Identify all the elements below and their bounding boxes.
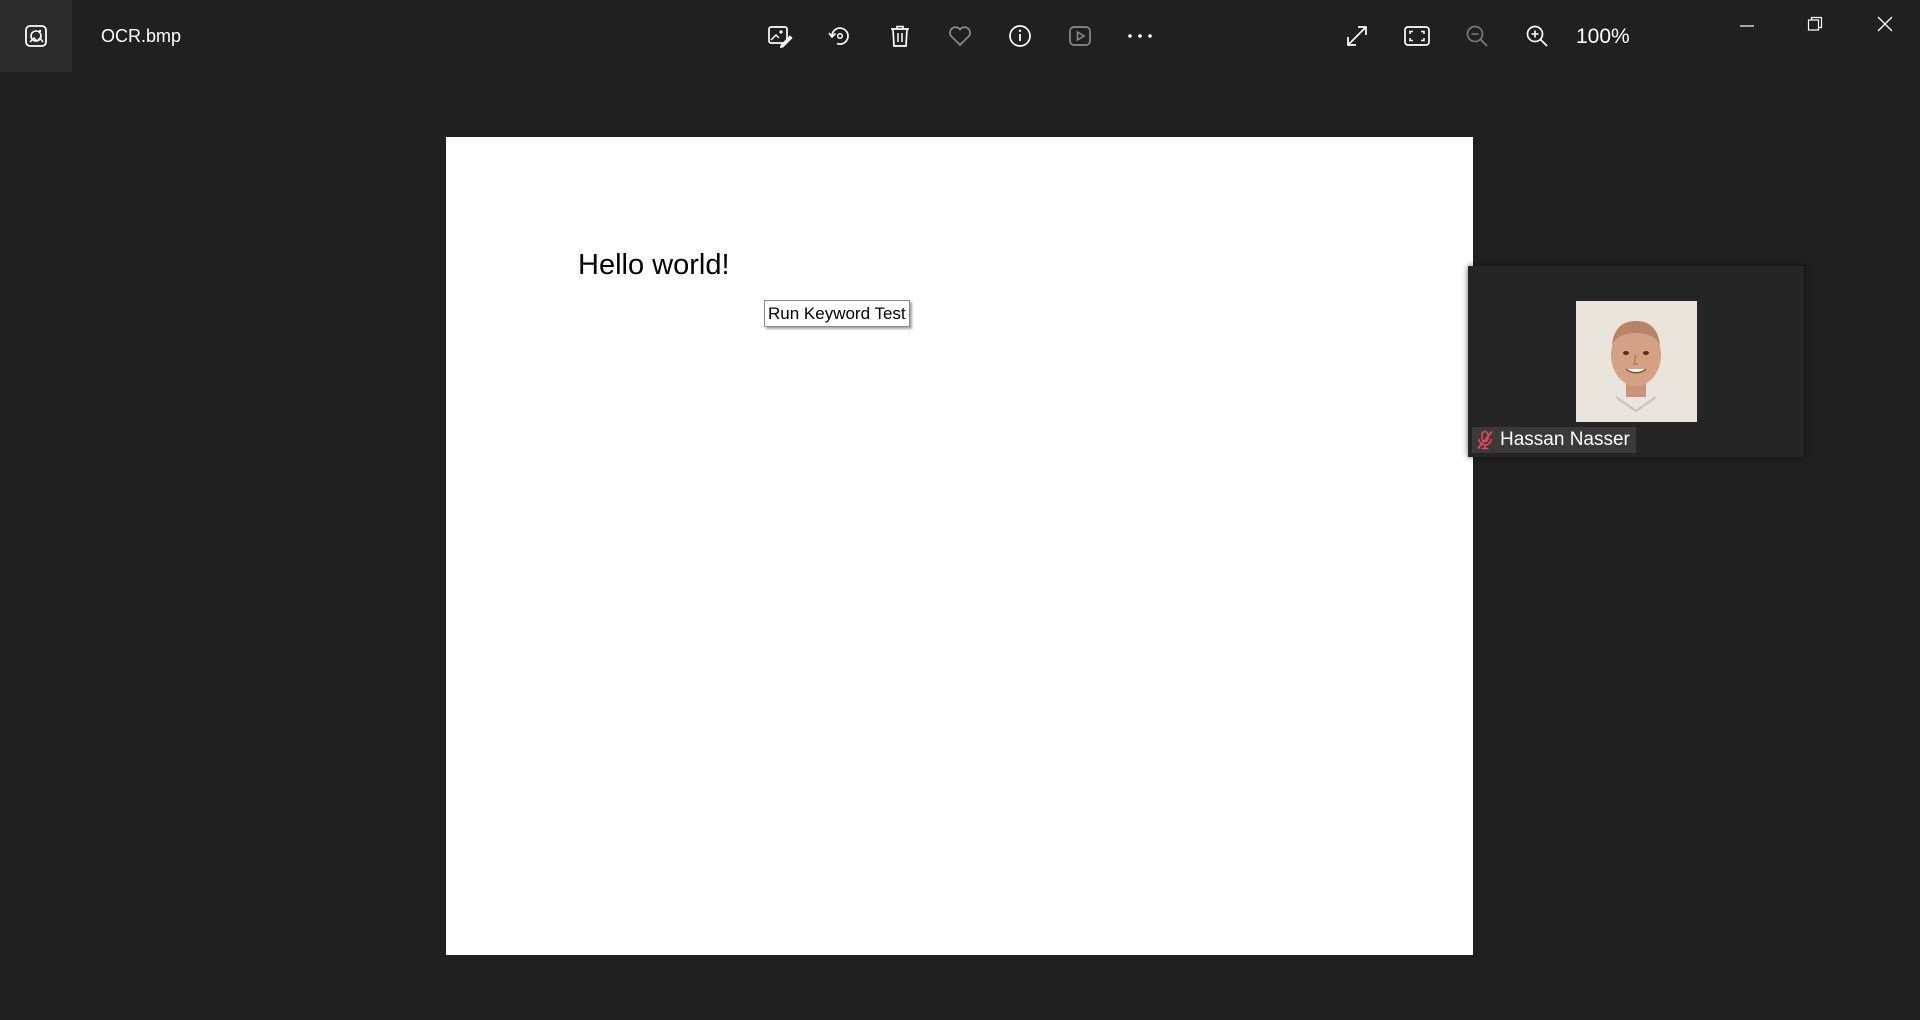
restore-button[interactable] bbox=[1792, 6, 1838, 42]
photo-canvas[interactable]: Hello world! Run Keyword Test bbox=[446, 137, 1473, 955]
photos-app-icon bbox=[25, 25, 47, 47]
close-icon bbox=[1877, 16, 1893, 32]
edit-image-icon bbox=[768, 26, 793, 49]
fullscreen-icon bbox=[1347, 26, 1367, 46]
slideshow-icon bbox=[1069, 26, 1091, 46]
tooltip: Run Keyword Test bbox=[764, 300, 910, 327]
zoom-level[interactable]: 100% bbox=[1576, 24, 1630, 50]
fullscreen-button[interactable] bbox=[1337, 16, 1377, 56]
participant-name-bar: Hassan Nasser bbox=[1472, 427, 1636, 453]
zoom-out-icon bbox=[1466, 25, 1488, 47]
more-options-button[interactable] bbox=[1120, 16, 1160, 56]
slideshow-button[interactable] bbox=[1060, 16, 1100, 56]
delete-button[interactable] bbox=[880, 16, 920, 56]
participant-tile[interactable]: Hassan Nasser bbox=[1468, 266, 1804, 457]
rotate-button[interactable] bbox=[820, 16, 860, 56]
zoom-in-button[interactable] bbox=[1517, 16, 1557, 56]
minimize-button[interactable] bbox=[1724, 6, 1770, 42]
participant-name: Hassan Nasser bbox=[1500, 429, 1630, 450]
favorite-button[interactable] bbox=[940, 16, 980, 56]
window-title: OCR.bmp bbox=[101, 26, 182, 46]
zoom-in-icon bbox=[1526, 25, 1548, 47]
image-text: Hello world! bbox=[578, 249, 730, 281]
close-button[interactable] bbox=[1862, 6, 1908, 42]
favorite-icon bbox=[949, 26, 971, 47]
info-icon bbox=[1009, 25, 1031, 47]
fit-to-window-button[interactable] bbox=[1397, 16, 1437, 56]
more-icon bbox=[1128, 34, 1152, 38]
avatar bbox=[1576, 301, 1697, 422]
zoom-out-button[interactable] bbox=[1457, 16, 1497, 56]
app-button[interactable] bbox=[0, 0, 72, 72]
title-bar: OCR.bmp 100% bbox=[0, 0, 1920, 72]
edit-image-button[interactable] bbox=[760, 16, 800, 56]
rotate-icon bbox=[828, 27, 849, 45]
participant-photo bbox=[1576, 301, 1697, 422]
minimize-icon bbox=[1740, 25, 1754, 27]
info-button[interactable] bbox=[1000, 16, 1040, 56]
restore-icon bbox=[1807, 16, 1823, 31]
fit-to-window-icon bbox=[1404, 26, 1430, 46]
mic-muted-icon bbox=[1477, 430, 1493, 450]
delete-icon bbox=[891, 25, 909, 47]
